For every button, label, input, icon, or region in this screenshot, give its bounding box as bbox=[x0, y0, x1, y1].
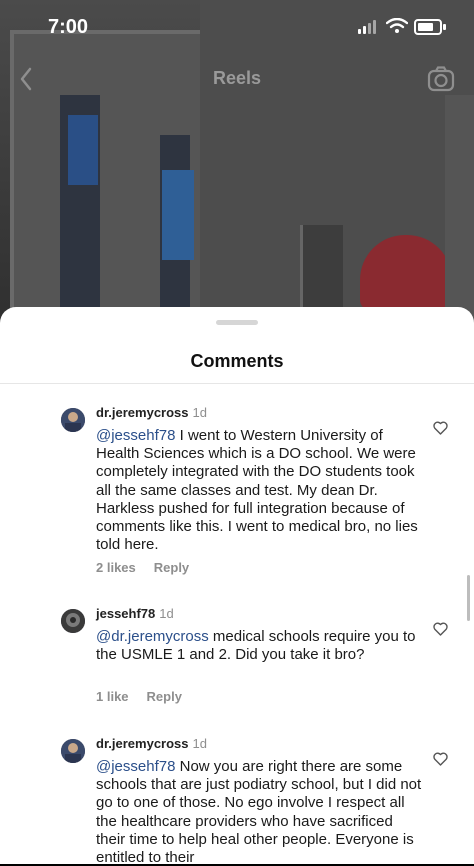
status-bar: 7:00 bbox=[0, 0, 474, 52]
door-right bbox=[445, 95, 474, 330]
comment-actions: 2 likes Reply bbox=[96, 560, 207, 575]
comment-mention[interactable]: @jessehf78 bbox=[96, 758, 175, 775]
comment-actions: 1 like Reply bbox=[96, 689, 200, 704]
camera-icon[interactable] bbox=[427, 66, 455, 92]
avatar-image bbox=[61, 408, 85, 432]
comment-mention[interactable]: @jessehf78 bbox=[96, 427, 175, 444]
avatar-image bbox=[61, 739, 85, 763]
avatar[interactable] bbox=[61, 609, 85, 633]
comment-text: @jessehf78 I went to Western University … bbox=[96, 427, 426, 554]
divider bbox=[0, 383, 474, 384]
comment-body: I went to Western University of Health S… bbox=[96, 427, 418, 554]
comment-text: @jessehf78 Now you are right there are s… bbox=[96, 758, 426, 866]
comment-item: jessehf78 1d @dr.jeremycross medical scho… bbox=[0, 606, 474, 716]
heart-icon[interactable] bbox=[433, 752, 448, 766]
comment-likes[interactable]: 2 likes bbox=[96, 560, 136, 575]
comment-text: @dr.jeremycross medical schools require … bbox=[96, 628, 426, 664]
status-time: 7:00 bbox=[48, 16, 89, 38]
avatar[interactable] bbox=[61, 408, 85, 432]
comment-username[interactable]: dr.jeremycross bbox=[96, 736, 189, 751]
comment-meta: jessehf78 1d bbox=[96, 606, 174, 621]
reply-button[interactable]: Reply bbox=[147, 689, 182, 704]
reels-header: Reels bbox=[0, 62, 474, 98]
comment-likes[interactable]: 1 like bbox=[96, 689, 129, 704]
wifi-icon bbox=[386, 18, 408, 33]
comment-item: dr.jeremycross 1d @jessehf78 I went to We… bbox=[0, 405, 474, 585]
blue-item-2 bbox=[162, 170, 194, 260]
sheet-title: Comments bbox=[190, 351, 284, 371]
reply-button[interactable]: Reply bbox=[154, 560, 189, 575]
heart-icon[interactable] bbox=[433, 622, 448, 636]
comment-username[interactable]: jessehf78 bbox=[96, 606, 155, 621]
comment-meta: dr.jeremycross 1d bbox=[96, 405, 207, 420]
comment-age: 1d bbox=[159, 606, 174, 621]
heart-icon[interactable] bbox=[433, 421, 448, 435]
comment-item: dr.jeremycross 1d @jessehf78 Now you are … bbox=[0, 736, 474, 866]
comment-mention[interactable]: @dr.jeremycross bbox=[96, 628, 209, 645]
cellular-signal-icon bbox=[358, 20, 380, 34]
scrollbar[interactable] bbox=[467, 575, 470, 621]
avatar-image bbox=[61, 609, 85, 633]
comment-username[interactable]: dr.jeremycross bbox=[96, 405, 189, 420]
sheet-drag-handle[interactable] bbox=[216, 320, 258, 325]
battery-icon bbox=[414, 19, 446, 35]
blue-item-1 bbox=[68, 115, 98, 185]
comments-sheet: Comments dr.jeremycross 1d @jessehf78 I w… bbox=[0, 307, 474, 866]
avatar[interactable] bbox=[61, 739, 85, 763]
page-title: Reels bbox=[212, 68, 262, 88]
comment-age: 1d bbox=[192, 405, 207, 420]
comment-age: 1d bbox=[192, 736, 207, 751]
comment-meta: dr.jeremycross 1d bbox=[96, 736, 207, 751]
